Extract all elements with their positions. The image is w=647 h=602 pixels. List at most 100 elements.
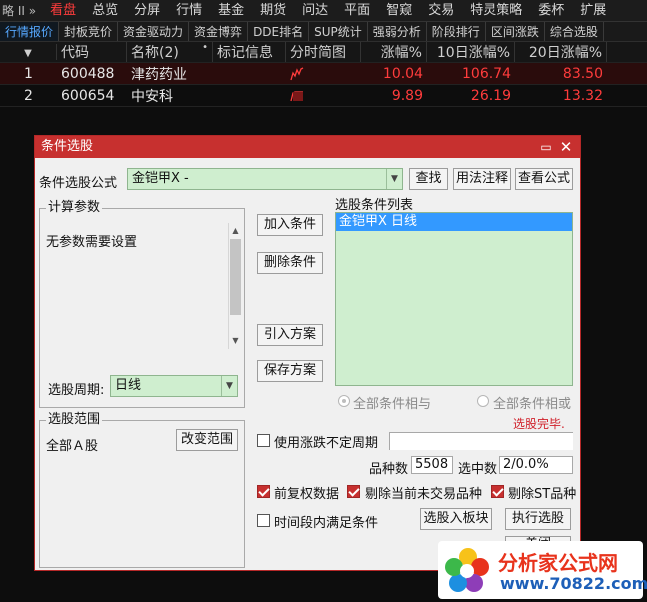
header-code[interactable]: 代码 [57, 42, 127, 62]
dialog-title-bar[interactable]: 条件选股 ▭ ✕ [35, 136, 580, 158]
table-row[interactable]: 2 600654 中安科 9.89 26.19 13.32 [0, 85, 647, 107]
period-select[interactable]: 日线 ▼ [110, 375, 238, 397]
uncertain-period-checkbox[interactable] [257, 434, 270, 447]
radio-and[interactable] [338, 395, 350, 407]
execute-button[interactable]: 执行选股 [505, 508, 571, 530]
header-10d[interactable]: 10日涨幅% [427, 42, 515, 62]
menu-item[interactable]: 交易 [420, 0, 462, 21]
chevron-up-icon[interactable]: ▲ [229, 224, 242, 237]
delete-condition-button[interactable]: 删除条件 [257, 252, 323, 274]
radio-or-label: 全部条件相或 [493, 397, 572, 412]
radio-and-label: 全部条件相与 [353, 397, 432, 412]
logo-url: www.70822.com [500, 574, 647, 593]
row-name: 津药药业 [131, 66, 187, 83]
add-condition-button[interactable]: 加入条件 [257, 214, 323, 236]
dot-icon: • [202, 42, 208, 53]
header-name[interactable]: 名称(2) • [127, 42, 213, 62]
chevron-down-icon[interactable]: ▼ [229, 334, 242, 347]
menu-item[interactable]: 基金 [210, 0, 252, 21]
formula-value: 金铠甲X - [132, 171, 189, 186]
sort-column-header[interactable]: ▼ [0, 44, 57, 60]
usage-notes-button[interactable]: 用法注释 [453, 168, 511, 190]
period-value: 日线 [115, 378, 142, 393]
chevron-down-icon: ▼ [386, 169, 402, 189]
menu-item[interactable]: 问达 [294, 0, 336, 21]
menu-item[interactable]: 特灵策略 [462, 0, 530, 21]
save-scheme-button[interactable]: 保存方案 [257, 360, 323, 382]
tab-item[interactable]: 强弱分析 [368, 22, 427, 41]
calc-params-group: 计算参数 无参数需要设置 ▲ ▼ 选股周期: 日线 ▼ [39, 201, 245, 408]
tab-item[interactable]: DDE排名 [248, 22, 310, 41]
menu-item[interactable]: 智窥 [378, 0, 420, 21]
quote-table: ▼ 代码 名称(2) • 标记信息 分时简图 涨幅% 10日涨幅% 20日涨幅% … [0, 42, 647, 107]
uncertain-period-field[interactable] [389, 432, 573, 450]
menu-item[interactable]: 略 II » [0, 0, 42, 21]
params-scrollbar[interactable]: ▲ ▼ [228, 223, 242, 349]
list-item[interactable]: 金铠甲X 日线 [336, 213, 572, 231]
chevron-down-icon: ▼ [221, 376, 237, 396]
menu-item[interactable]: 总览 [84, 0, 126, 21]
tab-item[interactable]: 资金博弈 [189, 22, 249, 41]
uncertain-period-label: 使用涨跌不定周期 [274, 436, 379, 451]
row-10d: 26.19 [470, 87, 511, 104]
find-button[interactable]: 查找 [409, 168, 448, 190]
menu-item[interactable]: 看盘 [42, 0, 84, 21]
view-formula-button[interactable]: 查看公式 [515, 168, 573, 190]
table-row[interactable]: 1 600488 津药药业 10.04 106.74 83.50 [0, 63, 647, 85]
radio-or[interactable] [477, 395, 489, 407]
row-20d: 83.50 [562, 65, 603, 82]
tab-item[interactable]: 综合选股 [545, 22, 604, 41]
tab-item[interactable]: 资金驱动力 [118, 22, 190, 41]
main-menu-bar: 略 II » 看盘 总览 分屏 行情 基金 期货 问达 平面 智窥 交易 特灵策略 委杯 扩展 [0, 0, 647, 22]
import-scheme-button[interactable]: 引入方案 [257, 324, 323, 346]
tab-item[interactable]: 封板竞价 [59, 22, 119, 41]
period-label: 选股周期: [48, 383, 105, 398]
to-block-button[interactable]: 选股入板块 [420, 508, 492, 530]
row-20d: 13.32 [562, 87, 603, 104]
tab-item[interactable]: SUP统计 [309, 22, 368, 41]
count-label: 品种数 [369, 462, 409, 477]
menu-item[interactable]: 扩展 [572, 0, 614, 21]
period-satisfy-label: 时间段内满足条件 [274, 516, 379, 531]
row-sparkline [286, 66, 361, 82]
tab-item[interactable]: 阶段排行 [427, 22, 486, 41]
menu-item[interactable]: 委杯 [530, 0, 572, 21]
exclude-st-checkbox[interactable] [491, 485, 504, 498]
menu-item[interactable]: 分屏 [126, 0, 168, 21]
period-satisfy-checkbox[interactable] [257, 514, 270, 527]
menu-item[interactable]: 平面 [336, 0, 378, 21]
adjust-checkbox[interactable] [257, 485, 270, 498]
header-sparkline[interactable]: 分时简图 [286, 42, 361, 62]
calc-params-text: 无参数需要设置 [46, 235, 138, 250]
exclude-untraded-checkbox[interactable] [347, 485, 360, 498]
menu-item[interactable]: 期货 [252, 0, 294, 21]
row-code: 600654 [61, 87, 115, 104]
close-icon[interactable]: ✕ [558, 136, 574, 158]
row-sparkline [286, 88, 361, 104]
adjust-label: 前复权数据 [274, 487, 340, 502]
header-pct[interactable]: 涨幅% [361, 42, 427, 62]
triangle-down-icon: ▼ [24, 48, 32, 59]
sparkline-icon [290, 90, 303, 101]
calc-params-title: 计算参数 [46, 200, 103, 215]
scope-value: 全部Ａ股 [46, 439, 99, 454]
maximize-icon[interactable]: ▭ [538, 136, 554, 158]
tab-item[interactable]: 区间涨跌 [486, 22, 545, 41]
condition-list[interactable]: 金铠甲X 日线 [335, 212, 573, 386]
row-index: 1 [24, 65, 33, 82]
change-scope-button[interactable]: 改变范围 [176, 429, 238, 451]
condition-stock-picker-dialog: 条件选股 ▭ ✕ 条件选股公式 金铠甲X - ▼ 查找 用法注释 查看公式 计算… [34, 135, 581, 571]
formula-select[interactable]: 金铠甲X - ▼ [127, 168, 403, 190]
quote-tab-bar: 行情报价 封板竞价 资金驱动力 资金博弈 DDE排名 SUP统计 强弱分析 阶段排行 区间涨跌综… [0, 22, 647, 42]
tab-item[interactable]: 行情报价 [0, 22, 60, 41]
condition-list-title: 选股条件列表 [335, 198, 414, 213]
exclude-untraded-label: 剔除当前未交易品种 [365, 487, 483, 502]
exclude-st-label: 剔除ST品种 [508, 487, 577, 502]
header-20d[interactable]: 20日涨幅% [515, 42, 607, 62]
scroll-thumb[interactable] [230, 239, 241, 315]
header-mark[interactable]: 标记信息 [213, 42, 286, 62]
row-name: 中安科 [131, 88, 173, 105]
row-pct: 10.04 [382, 65, 423, 82]
scope-group: 选股范围 全部Ａ股 改变范围 [39, 413, 245, 568]
menu-item[interactable]: 行情 [168, 0, 210, 21]
